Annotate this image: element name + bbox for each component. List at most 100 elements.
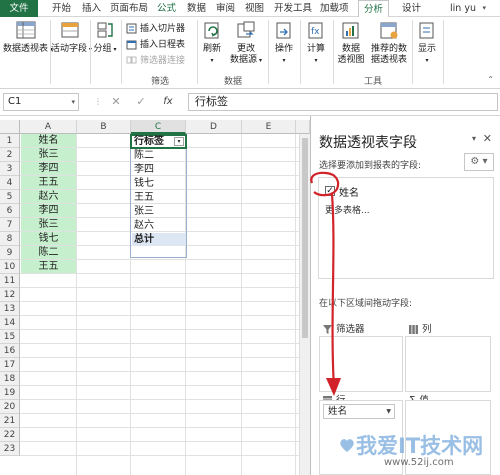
- column-header-b[interactable]: B: [77, 120, 131, 134]
- pivot-row-item[interactable]: 张三: [132, 205, 186, 218]
- filter-connections-button[interactable]: 筛选器连接: [126, 54, 185, 68]
- column-header-f[interactable]: [296, 120, 310, 134]
- insert-function-button[interactable]: fx: [160, 93, 176, 111]
- cell-a[interactable]: 李四: [21, 204, 76, 217]
- cell-a[interactable]: 钱七: [21, 232, 76, 245]
- cancel-icon[interactable]: ✕: [108, 93, 124, 111]
- refresh-button[interactable]: 刷新 ▾: [199, 20, 225, 66]
- row-header[interactable]: 10: [0, 260, 20, 274]
- tab-data[interactable]: 数据: [187, 0, 206, 17]
- calculations-button[interactable]: fx 计算 ▾: [302, 20, 330, 66]
- scrollbar-thumb[interactable]: [302, 138, 308, 338]
- recommended-pivot-button[interactable]: 推荐的数 据透视表: [368, 20, 410, 66]
- row-header[interactable]: 13: [0, 302, 20, 316]
- column-header-e[interactable]: E: [242, 120, 296, 134]
- close-icon[interactable]: ✕: [483, 132, 492, 145]
- row-header[interactable]: 7: [0, 218, 20, 232]
- column-header-c[interactable]: C: [131, 120, 186, 134]
- pivot-row-labels-header[interactable]: 行标签 ▾: [130, 134, 187, 149]
- tab-design[interactable]: 设计: [402, 0, 421, 17]
- rows-area-field-pill[interactable]: 姓名 ▼: [323, 404, 395, 419]
- pane-options-icon[interactable]: ▾: [472, 134, 476, 143]
- enter-icon[interactable]: ✓: [133, 93, 149, 111]
- cell-a[interactable]: 张三: [21, 218, 76, 231]
- row-header[interactable]: 16: [0, 344, 20, 358]
- filters-area[interactable]: [319, 336, 403, 392]
- row-header[interactable]: 8: [0, 232, 20, 246]
- row-header[interactable]: 15: [0, 330, 20, 344]
- row-header[interactable]: 14: [0, 316, 20, 330]
- pivot-row-item[interactable]: 赵六: [132, 219, 186, 232]
- row-header[interactable]: 11: [0, 274, 20, 288]
- tab-developer[interactable]: 开发工具: [274, 0, 312, 17]
- change-data-source-button[interactable]: 更改 数据源 ▾: [228, 20, 264, 66]
- row-header[interactable]: 18: [0, 372, 20, 386]
- tab-formulas[interactable]: 公式: [157, 0, 176, 17]
- pivot-table-button[interactable]: 数据透视表 ▾: [3, 20, 53, 55]
- tab-file[interactable]: 文件: [0, 0, 38, 17]
- chevron-down-icon[interactable]: ▾: [71, 94, 75, 110]
- more-tables-link[interactable]: 更多表格...: [325, 203, 370, 216]
- row-header[interactable]: 3: [0, 162, 20, 176]
- row-header[interactable]: 19: [0, 386, 20, 400]
- row-header[interactable]: 9: [0, 246, 20, 260]
- column-a-header-cell[interactable]: 姓名: [21, 134, 76, 147]
- tab-review[interactable]: 审阅: [216, 0, 235, 17]
- tab-analyze[interactable]: 分析: [358, 0, 390, 18]
- pivot-row-item[interactable]: 钱七: [132, 177, 186, 190]
- row-header[interactable]: 1: [0, 134, 20, 148]
- column-header-a[interactable]: A: [20, 120, 77, 134]
- show-button[interactable]: 显示 ▾: [414, 20, 440, 66]
- row-header[interactable]: 6: [0, 204, 20, 218]
- filter-dropdown-icon[interactable]: ▾: [174, 137, 184, 146]
- actions-button[interactable]: 操作 ▾: [270, 20, 298, 66]
- columns-area[interactable]: [405, 336, 491, 392]
- cell-a[interactable]: 张三: [21, 148, 76, 161]
- insert-timeline-button[interactable]: 插入日程表: [126, 38, 185, 52]
- more-options-icon: ⋮: [94, 97, 102, 106]
- gridline: [20, 315, 310, 316]
- column-header-d[interactable]: D: [186, 120, 242, 134]
- row-header[interactable]: 5: [0, 190, 20, 204]
- row-header[interactable]: 12: [0, 288, 20, 302]
- chevron-down-icon[interactable]: ▾: [482, 0, 486, 17]
- cell-a[interactable]: 李四: [21, 162, 76, 175]
- tab-addins[interactable]: 加载项: [320, 0, 349, 17]
- row-header[interactable]: 23: [0, 442, 20, 456]
- cell-a[interactable]: 王五: [21, 176, 76, 189]
- insert-slicer-button[interactable]: 插入切片器: [126, 22, 185, 36]
- pivot-chart-button[interactable]: 数据 透视图: [336, 20, 366, 66]
- row-header[interactable]: 17: [0, 358, 20, 372]
- pivot-grand-total[interactable]: 总计: [132, 233, 186, 246]
- chevron-down-icon[interactable]: ▼: [386, 405, 391, 418]
- group-button[interactable]: 分组 ▾: [91, 20, 119, 55]
- slicer-icon: [126, 23, 137, 34]
- row-header[interactable]: 20: [0, 400, 20, 414]
- cell-a[interactable]: 陈二: [21, 246, 76, 259]
- tab-insert[interactable]: 插入: [82, 0, 101, 17]
- cell-a[interactable]: 王五: [21, 260, 76, 273]
- formula-input[interactable]: 行标签: [188, 93, 498, 111]
- tab-home[interactable]: 开始: [52, 0, 71, 17]
- field-checkbox[interactable]: ✓: [325, 186, 335, 196]
- row-header[interactable]: 22: [0, 428, 20, 442]
- field-name[interactable]: 姓名: [339, 184, 359, 199]
- gear-icon[interactable]: ⚙ ▾: [464, 153, 494, 171]
- row-header[interactable]: 21: [0, 414, 20, 428]
- name-box[interactable]: C1 ▾: [3, 93, 79, 111]
- pivot-row-item[interactable]: 陈二: [132, 149, 186, 162]
- collapse-ribbon-icon[interactable]: ⌃: [487, 75, 494, 84]
- grid-vertical-scrollbar[interactable]: [299, 134, 310, 475]
- tab-view[interactable]: 视图: [245, 0, 264, 17]
- active-field-button[interactable]: 活动字段 ▾: [51, 20, 92, 55]
- select-all-corner[interactable]: [0, 120, 20, 134]
- pivot-row-item[interactable]: 李四: [132, 163, 186, 176]
- row-header[interactable]: 2: [0, 148, 20, 162]
- cell-a[interactable]: 赵六: [21, 190, 76, 203]
- filter-connections-icon: [126, 56, 137, 64]
- pivot-row-item[interactable]: 王五: [132, 191, 186, 204]
- user-account[interactable]: lin yu: [450, 0, 476, 17]
- tab-page-layout[interactable]: 页面布局: [110, 0, 148, 17]
- row-header[interactable]: 4: [0, 176, 20, 190]
- worksheet-grid[interactable]: A B C D E 1 2 3 4 5 6 7 8 9 10 11 12 13 14 15 16 17 18 19 2…: [0, 120, 310, 475]
